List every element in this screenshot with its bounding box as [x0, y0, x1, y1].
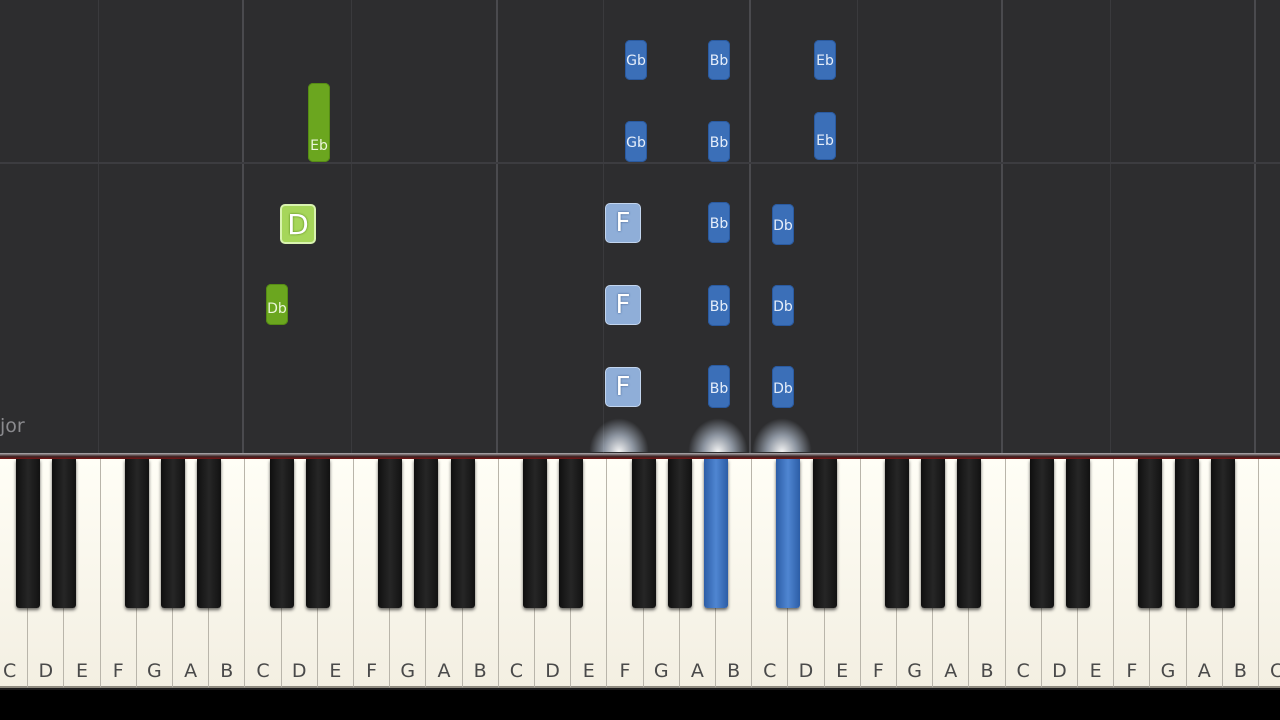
note-gb: Gb [625, 40, 647, 80]
black-key-ab[interactable] [161, 459, 185, 608]
black-key-gb[interactable] [631, 459, 656, 608]
measure-line [1001, 0, 1003, 453]
note-f-highlight: F [605, 285, 641, 325]
white-key-label: A [690, 660, 704, 682]
note-bb: Bb [708, 121, 730, 162]
beat-line [351, 0, 352, 453]
white-key-label: G [907, 660, 922, 682]
white-key-label: B [473, 660, 487, 682]
white-key-label: D [38, 660, 54, 682]
white-key[interactable]: C [1259, 459, 1280, 688]
white-key-label: C [1016, 660, 1030, 682]
black-key-gb[interactable] [885, 459, 909, 608]
note-eb: Eb [814, 40, 836, 80]
black-key-bb[interactable] [450, 459, 475, 608]
note-db: Db [772, 366, 794, 408]
note-bb: Bb [708, 40, 730, 80]
beat-line [98, 0, 99, 453]
white-key-label: F [366, 660, 378, 682]
white-key-label: G [400, 660, 416, 682]
measure-line [496, 0, 498, 453]
bottom-letterbox [0, 690, 1280, 720]
black-key-bb[interactable] [957, 459, 982, 608]
white-key-label: C [2, 660, 17, 682]
note-f-highlight: F [605, 367, 641, 407]
white-key-label: C [256, 660, 270, 682]
black-key-db[interactable] [1029, 459, 1054, 608]
white-key-label: E [582, 660, 595, 682]
note-gb: Gb [625, 121, 647, 162]
white-key-label: B [1233, 660, 1247, 682]
white-key-label: E [75, 660, 88, 682]
white-key-label: D [545, 660, 560, 682]
white-key-label: B [220, 660, 234, 682]
white-key-label: G [147, 660, 162, 682]
falling-notes-area: jor Gb Bb Eb Gb Bb Eb Eb D Db F F F Bb B… [0, 0, 1280, 453]
black-key-ab[interactable] [667, 459, 692, 608]
note-bb: Bb [708, 285, 730, 326]
black-key-eb[interactable] [305, 459, 330, 608]
white-key-label: A [184, 660, 198, 682]
white-key-label: E [836, 660, 849, 682]
hit-sparkle [688, 418, 748, 452]
black-key-eb[interactable] [52, 459, 77, 608]
note-db-left: Db [266, 284, 288, 325]
black-key-eb[interactable] [812, 459, 837, 608]
note-bb: Bb [708, 202, 730, 243]
white-key-label: C [509, 660, 524, 682]
note-eb-left: Eb [308, 83, 330, 162]
black-key-bb-pressed[interactable] [704, 459, 728, 608]
black-key-eb[interactable] [559, 459, 584, 608]
white-key-label: B [727, 660, 741, 682]
white-key-label: F [112, 660, 124, 682]
black-key-ab[interactable] [921, 459, 946, 608]
piano-keyboard[interactable]: CDEFGABCDEFGABCDEFGABCDEFGABCDEFGABC [0, 459, 1280, 690]
white-key-label: E [1089, 660, 1102, 682]
white-key-label: F [872, 660, 884, 682]
black-key-db[interactable] [523, 459, 547, 608]
black-key-gb[interactable] [124, 459, 149, 608]
note-d-highlight: D [280, 204, 316, 244]
measure-line [749, 0, 751, 453]
white-key-label: F [1126, 660, 1138, 682]
black-key-bb[interactable] [1210, 459, 1235, 608]
note-f-highlight: F [605, 203, 641, 243]
note-bb: Bb [708, 365, 730, 408]
beat-line [603, 0, 604, 453]
beat-line [857, 0, 858, 453]
white-key-label: A [944, 660, 958, 682]
note-db: Db [772, 285, 794, 326]
white-key-label: G [653, 660, 669, 682]
white-key-label: D [798, 660, 814, 682]
key-signature-label: jor [0, 415, 25, 437]
black-key-db[interactable] [16, 459, 41, 608]
black-key-ab[interactable] [1174, 459, 1199, 608]
note-db: Db [772, 204, 794, 245]
measure-line [1254, 0, 1256, 453]
black-key-bb[interactable] [197, 459, 222, 608]
white-key-label: D [1052, 660, 1067, 682]
white-key-label: C [763, 660, 777, 682]
black-key-db-pressed[interactable] [776, 459, 801, 608]
synthesia-screen: jor Gb Bb Eb Gb Bb Eb Eb D Db F F F Bb B… [0, 0, 1280, 720]
black-key-db[interactable] [269, 459, 294, 608]
black-key-ab[interactable] [414, 459, 439, 608]
beat-line [1110, 0, 1111, 453]
white-key-label: A [1197, 660, 1211, 682]
white-key-label: G [1160, 660, 1176, 682]
white-key-label: E [329, 660, 342, 682]
white-key-label: F [619, 660, 631, 682]
black-key-gb[interactable] [378, 459, 403, 608]
white-key-label: A [437, 660, 451, 682]
hit-sparkle [589, 418, 649, 452]
note-eb: Eb [814, 112, 836, 160]
black-key-eb[interactable] [1066, 459, 1090, 608]
octave-guide-line [0, 162, 1280, 164]
hit-sparkle [752, 418, 812, 452]
white-key-label: D [291, 660, 307, 682]
measure-line [242, 0, 244, 453]
white-key-label: C [1269, 660, 1280, 682]
black-key-gb[interactable] [1138, 459, 1163, 608]
white-key-label: B [980, 660, 994, 682]
